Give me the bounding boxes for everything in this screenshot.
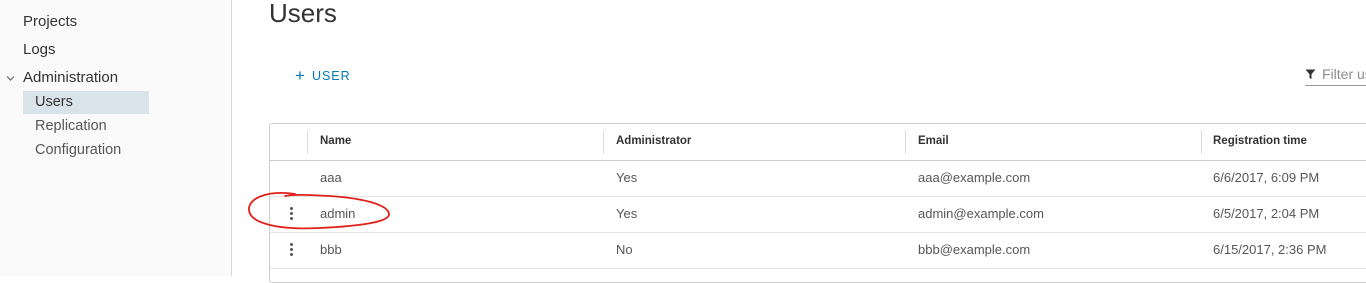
sidebar-item-projects[interactable]: Projects bbox=[23, 13, 77, 30]
filter-box[interactable] bbox=[1305, 63, 1366, 86]
column-header-administrator[interactable]: Administrator bbox=[616, 135, 691, 147]
cell-name: bbb bbox=[320, 242, 342, 257]
column-header-email[interactable]: Email bbox=[918, 135, 949, 147]
sidebar-item-logs[interactable]: Logs bbox=[23, 41, 56, 58]
filter-icon bbox=[1305, 69, 1316, 79]
plus-icon: + bbox=[295, 66, 306, 85]
column-separator bbox=[307, 130, 308, 154]
filter-input[interactable] bbox=[1322, 66, 1366, 82]
table-row[interactable]: bbb No bbb@example.com 6/15/2017, 2:36 P… bbox=[270, 232, 1366, 269]
cell-registration-time: 6/15/2017, 2:36 PM bbox=[1213, 242, 1327, 257]
sidebar-item-users[interactable]: Users bbox=[23, 91, 149, 114]
sidebar-item-configuration[interactable]: Configuration bbox=[23, 139, 149, 162]
column-separator bbox=[905, 130, 906, 154]
cell-administrator: Yes bbox=[616, 206, 638, 221]
cell-email: aaa@example.com bbox=[918, 170, 1031, 185]
main-content: Users + USER Name Administrator Email Re… bbox=[233, 0, 1366, 283]
row-actions-kebab-icon[interactable] bbox=[284, 241, 298, 259]
table-header: Name Administrator Email Registration ti… bbox=[270, 124, 1366, 161]
cell-registration-time: 6/5/2017, 2:04 PM bbox=[1213, 206, 1320, 221]
column-separator bbox=[1201, 130, 1202, 154]
sidebar-item-administration[interactable]: Administration bbox=[23, 69, 118, 86]
column-separator bbox=[603, 130, 604, 154]
cell-name: aaa bbox=[320, 170, 342, 185]
page-title: Users bbox=[269, 0, 337, 28]
cell-email: admin@example.com bbox=[918, 206, 1044, 221]
cell-email: bbb@example.com bbox=[918, 242, 1031, 257]
cell-administrator: Yes bbox=[616, 170, 638, 185]
users-table: Name Administrator Email Registration ti… bbox=[269, 123, 1366, 283]
cell-registration-time: 6/6/2017, 6:09 PM bbox=[1213, 170, 1320, 185]
row-actions-kebab-icon[interactable] bbox=[284, 205, 298, 223]
sidebar: Projects Logs Administration Users Repli… bbox=[0, 0, 232, 276]
cell-name: admin bbox=[320, 206, 356, 221]
add-user-label: USER bbox=[311, 69, 351, 83]
column-header-registration-time[interactable]: Registration time bbox=[1213, 135, 1307, 147]
sidebar-item-replication[interactable]: Replication bbox=[23, 115, 149, 138]
chevron-down-icon[interactable] bbox=[6, 74, 15, 83]
add-user-button[interactable]: + USER bbox=[295, 67, 351, 85]
cell-administrator: No bbox=[616, 242, 633, 257]
table-row[interactable]: aaa Yes aaa@example.com 6/6/2017, 6:09 P… bbox=[270, 160, 1366, 197]
column-header-name[interactable]: Name bbox=[320, 135, 351, 147]
table-row[interactable]: admin Yes admin@example.com 6/5/2017, 2:… bbox=[270, 196, 1366, 233]
